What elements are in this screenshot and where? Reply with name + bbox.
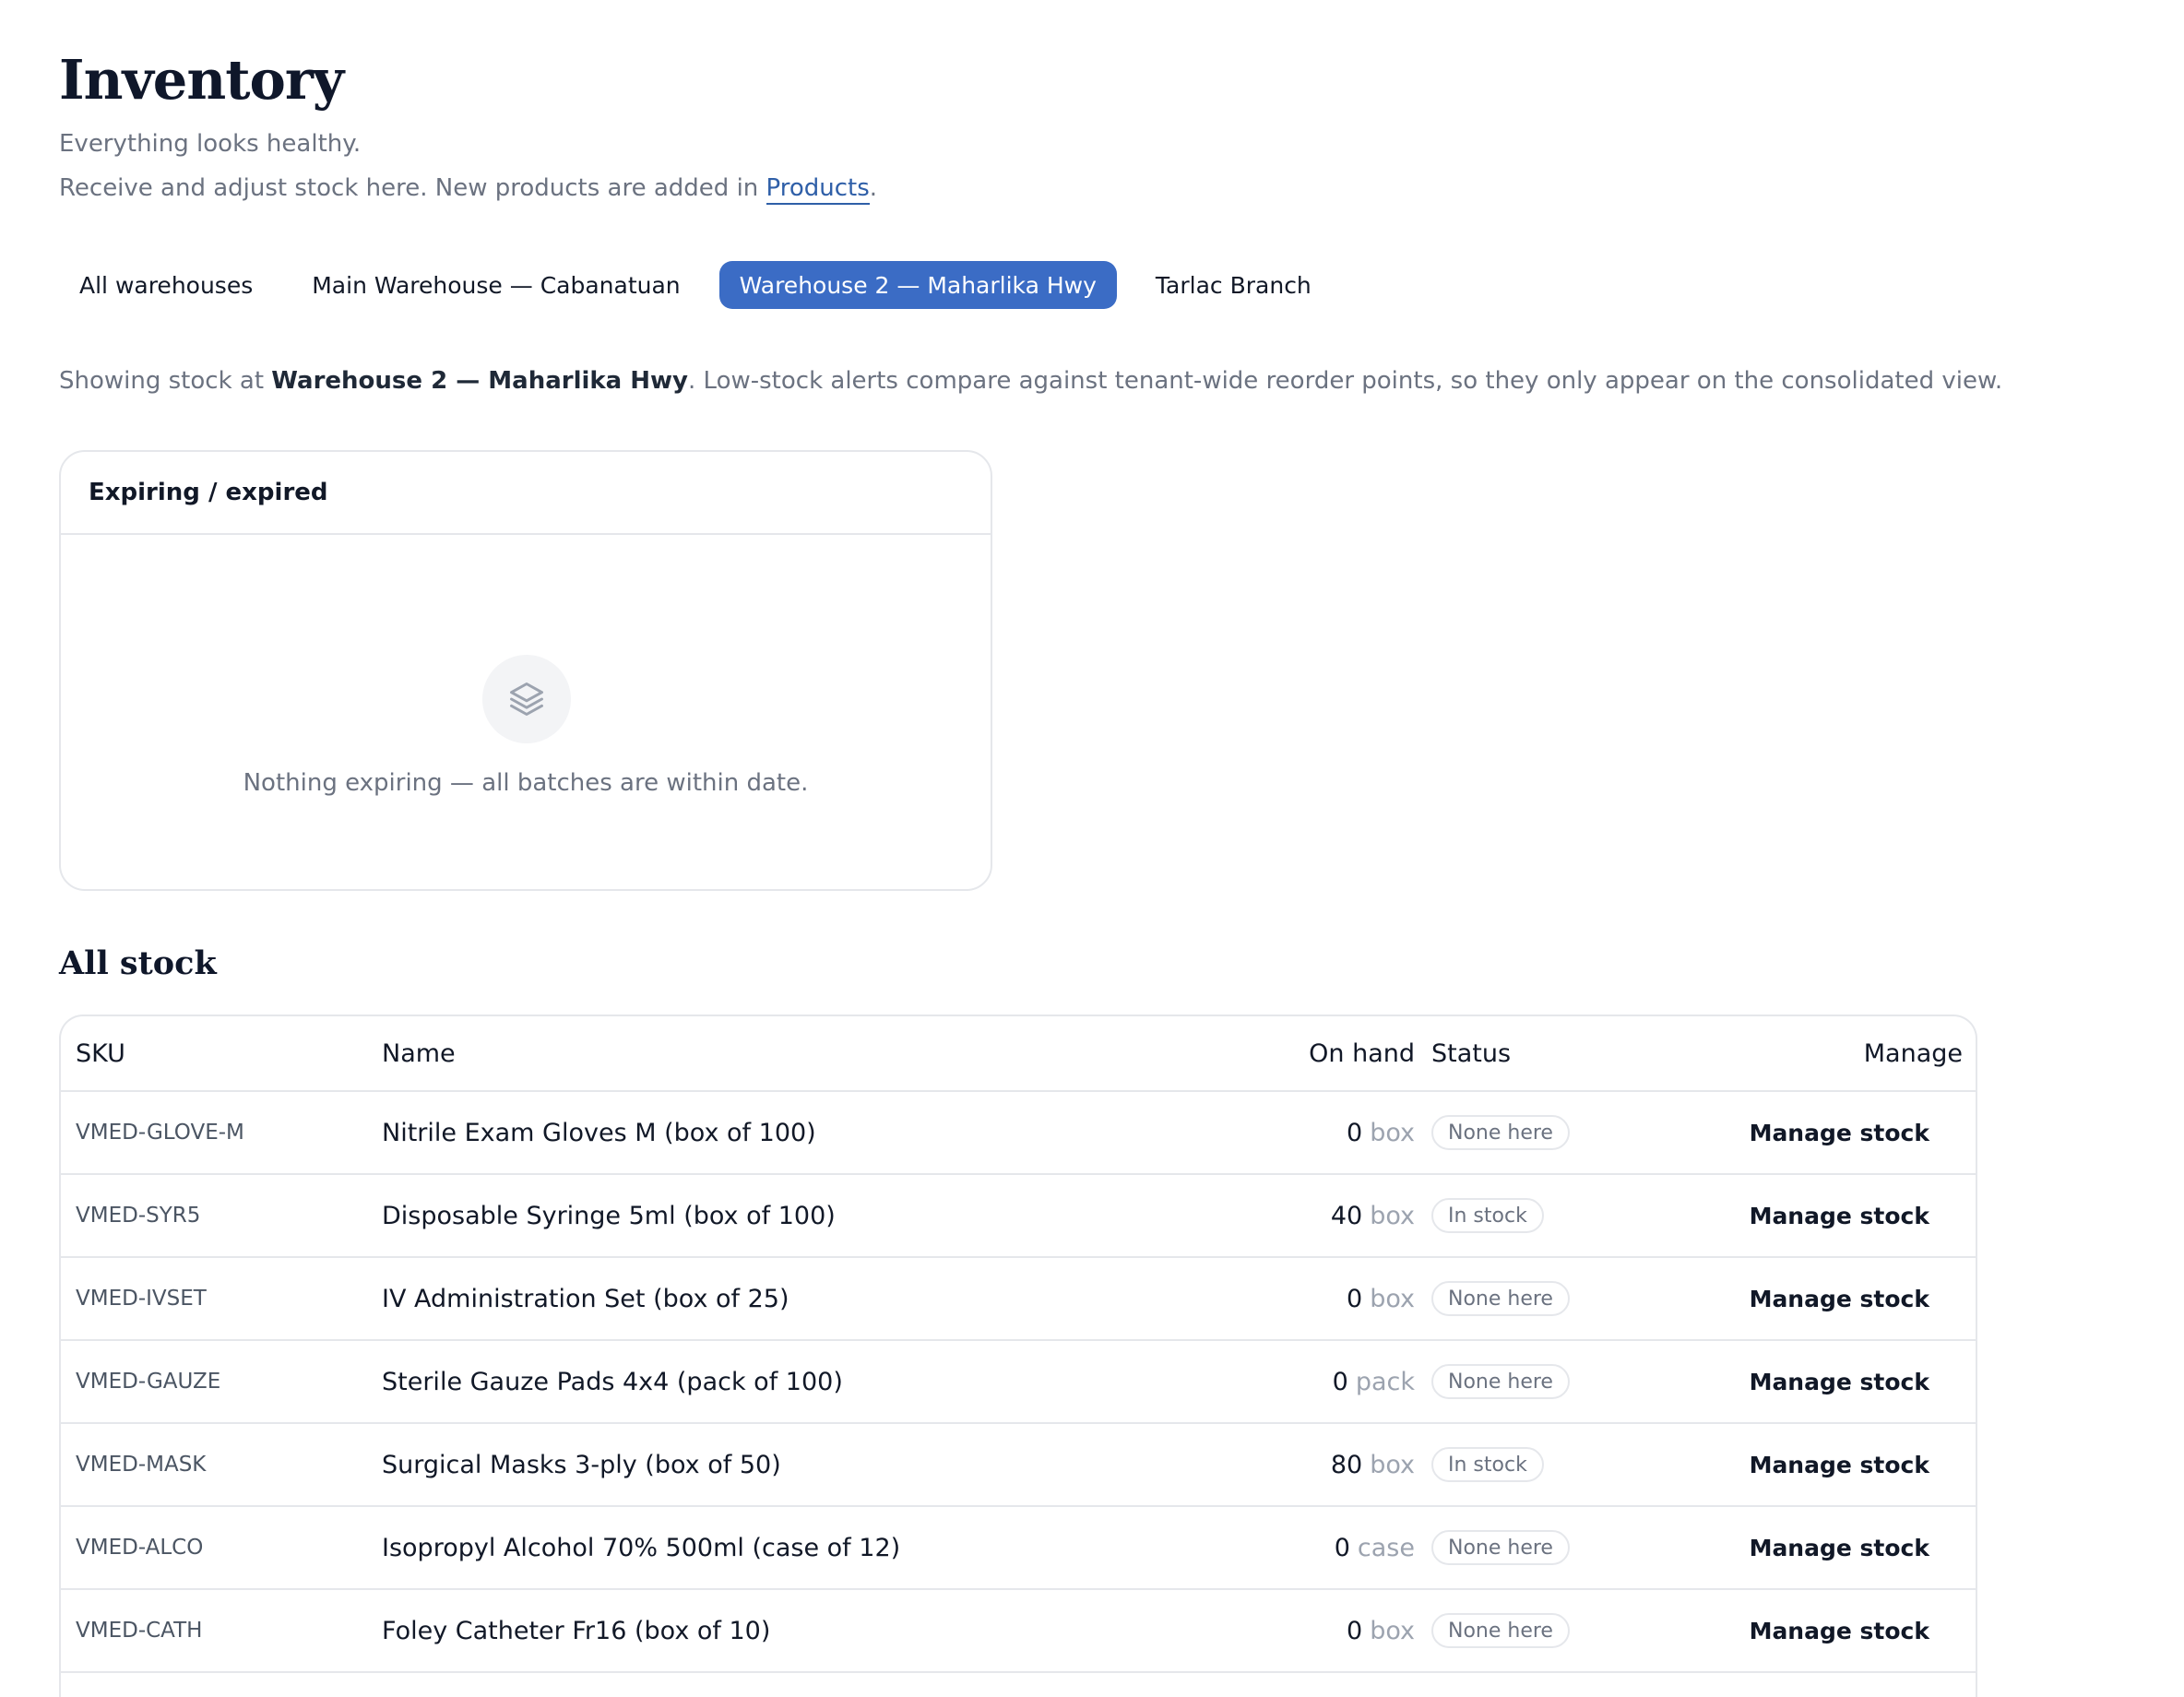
row-unit: box bbox=[1370, 1616, 1415, 1645]
row-unit: box bbox=[1370, 1450, 1415, 1479]
row-unit: box bbox=[1370, 1201, 1415, 1230]
row-qty: 0 bbox=[1347, 1616, 1363, 1645]
status-badge: None here bbox=[1431, 1281, 1570, 1316]
status-badge: None here bbox=[1431, 1613, 1570, 1648]
row-name: Disposable Syringe 5ml (box of 100) bbox=[382, 1201, 836, 1230]
table-row: VMED-MASK Surgical Masks 3-ply (box of 5… bbox=[61, 1424, 1976, 1507]
row-name: Surgical Masks 3-ply (box of 50) bbox=[382, 1450, 781, 1479]
table-row: VMED-CATH Foley Catheter Fr16 (box of 10… bbox=[61, 1590, 1976, 1673]
row-sku: VMED-IVSET bbox=[76, 1287, 207, 1311]
row-qty: 0 bbox=[1332, 1367, 1348, 1396]
row-qty: 80 bbox=[1330, 1450, 1363, 1479]
manage-stock-button[interactable]: Manage stock bbox=[1739, 1612, 1941, 1650]
status-badge: None here bbox=[1431, 1115, 1570, 1150]
col-on-hand: On hand bbox=[1309, 1038, 1415, 1068]
table-row: VMED-ALCO Isopropyl Alcohol 70% 500ml (c… bbox=[61, 1507, 1976, 1590]
hint-prefix: Receive and adjust stock here. New produ… bbox=[59, 174, 766, 202]
page-title: Inventory bbox=[59, 48, 344, 112]
table-row: VMED-IVSET IV Administration Set (box of… bbox=[61, 1258, 1976, 1341]
row-unit: pack bbox=[1355, 1367, 1415, 1396]
row-name: Nitrile Exam Gloves M (box of 100) bbox=[382, 1118, 816, 1147]
row-sku: VMED-MASK bbox=[76, 1453, 207, 1477]
row-unit: case bbox=[1357, 1533, 1415, 1562]
col-sku: SKU bbox=[76, 1038, 125, 1068]
status-badge: None here bbox=[1431, 1530, 1570, 1565]
row-name: Isopropyl Alcohol 70% 500ml (case of 12) bbox=[382, 1533, 901, 1562]
page-subtitle: Everything looks healthy. bbox=[59, 130, 362, 158]
row-qty: 0 bbox=[1347, 1284, 1363, 1313]
row-sku: VMED-GAUZE bbox=[76, 1370, 221, 1394]
table-row: VMED-SYR5 Disposable Syringe 5ml (box of… bbox=[61, 1175, 1976, 1258]
context-warehouse: Warehouse 2 — Maharlika Hwy bbox=[271, 367, 689, 395]
layers-icon bbox=[482, 655, 571, 743]
status-badge: None here bbox=[1431, 1364, 1570, 1399]
all-stock-title: All stock bbox=[59, 944, 217, 982]
hint-suffix: . bbox=[869, 174, 878, 202]
row-unit: box bbox=[1370, 1118, 1415, 1147]
status-badge: In stock bbox=[1431, 1447, 1544, 1482]
tab-warehouse-2[interactable]: Warehouse 2 — Maharlika Hwy bbox=[718, 261, 1117, 309]
manage-stock-button[interactable]: Manage stock bbox=[1739, 1529, 1941, 1567]
row-name: IV Administration Set (box of 25) bbox=[382, 1284, 789, 1313]
table-row: VMED-GLOVE-M Nitrile Exam Gloves M (box … bbox=[61, 1092, 1976, 1175]
expiring-card-title: Expiring / expired bbox=[61, 452, 991, 535]
row-sku: VMED-CATH bbox=[76, 1619, 203, 1643]
status-badge: In stock bbox=[1431, 1198, 1544, 1233]
table-header: SKU Name On hand Status Manage bbox=[61, 1016, 1976, 1092]
page-hint: Receive and adjust stock here. New produ… bbox=[59, 174, 878, 205]
tab-tarlac-branch[interactable]: Tarlac Branch bbox=[1135, 261, 1332, 309]
manage-stock-button[interactable]: Manage stock bbox=[1739, 1363, 1941, 1401]
col-name: Name bbox=[382, 1038, 456, 1068]
context-note: Showing stock at Warehouse 2 — Maharlika… bbox=[59, 367, 2002, 395]
row-sku: VMED-GLOVE-M bbox=[76, 1121, 244, 1145]
stock-table: SKU Name On hand Status Manage VMED-GLOV… bbox=[59, 1015, 1977, 1697]
col-manage: Manage bbox=[1863, 1038, 1963, 1068]
manage-stock-button[interactable]: Manage stock bbox=[1739, 1197, 1941, 1235]
context-suffix: . Low-stock alerts compare against tenan… bbox=[688, 367, 2003, 395]
manage-stock-button[interactable]: Manage stock bbox=[1739, 1446, 1941, 1484]
warehouse-tabs: All warehouses Main Warehouse — Cabanatu… bbox=[59, 261, 1332, 309]
expiring-card: Expiring / expired Nothing expiring — al… bbox=[59, 450, 992, 891]
tab-main-warehouse[interactable]: Main Warehouse — Cabanatuan bbox=[291, 261, 700, 309]
row-qty: 0 bbox=[1334, 1533, 1350, 1562]
col-status: Status bbox=[1431, 1038, 1512, 1068]
row-sku: VMED-SYR5 bbox=[76, 1204, 201, 1228]
table-row: VMED-GAUZE Sterile Gauze Pads 4x4 (pack … bbox=[61, 1341, 1976, 1424]
row-name: Sterile Gauze Pads 4x4 (pack of 100) bbox=[382, 1367, 843, 1396]
tab-all-warehouses[interactable]: All warehouses bbox=[59, 261, 273, 309]
row-qty: 0 bbox=[1347, 1118, 1363, 1147]
row-name: Foley Catheter Fr16 (box of 10) bbox=[382, 1616, 771, 1645]
products-link[interactable]: Products bbox=[766, 174, 870, 205]
manage-stock-button[interactable]: Manage stock bbox=[1739, 1280, 1941, 1318]
row-unit: box bbox=[1370, 1284, 1415, 1313]
row-sku: VMED-ALCO bbox=[76, 1536, 204, 1560]
expiring-empty-text: Nothing expiring — all batches are withi… bbox=[243, 769, 809, 797]
manage-stock-button[interactable]: Manage stock bbox=[1739, 1114, 1941, 1152]
context-prefix: Showing stock at bbox=[59, 367, 272, 395]
row-qty: 40 bbox=[1330, 1201, 1363, 1230]
